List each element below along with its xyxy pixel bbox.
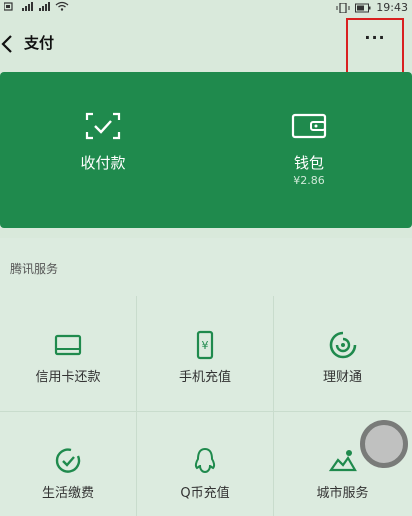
page-title: 支付	[24, 34, 55, 52]
city-services-label: 城市服务	[316, 486, 369, 501]
scan-check-icon	[85, 112, 121, 140]
credit-card-repay-label: 信用卡还款	[35, 370, 101, 385]
battery-icon	[355, 3, 371, 12]
sim-icon	[4, 2, 13, 11]
mobile-topup-label: 手机充值	[178, 370, 231, 385]
utility-bills-label: 生活缴费	[41, 486, 94, 501]
section-title: 腾讯服务	[10, 262, 59, 276]
signal-icon	[22, 2, 33, 11]
qcoin-topup-label: Q币充值	[180, 486, 230, 501]
wealth-label: 理财通	[322, 370, 362, 385]
credit-card-repay-button[interactable]: 信用卡还款	[0, 296, 137, 412]
wallet-icon	[291, 113, 327, 139]
status-time: 19:43	[376, 1, 408, 14]
wallet-card: 收付款 钱包 ¥2.86	[0, 72, 412, 228]
mobile-topup-button[interactable]: ¥ 手机充值	[137, 296, 274, 412]
back-arrow-icon[interactable]	[0, 32, 16, 56]
qcoin-topup-button[interactable]: Q币充值	[137, 412, 274, 516]
wallet-balance: ¥2.86	[293, 174, 325, 187]
wallet-button[interactable]: 钱包 ¥2.86	[206, 72, 412, 228]
wealth-button[interactable]: 理财通	[274, 296, 411, 412]
mobile-yuan-icon: ¥	[196, 330, 214, 360]
signal-icon	[39, 2, 50, 11]
status-left	[4, 1, 69, 11]
city-icon	[328, 450, 357, 472]
services-grid: 信用卡还款 ¥ 手机充值 理财通 生活缴费 Q币充值 城市服务	[0, 296, 412, 516]
more-icon: ···	[364, 27, 386, 47]
utility-check-icon	[55, 448, 81, 473]
wallet-label: 钱包	[293, 154, 324, 172]
utility-bills-button[interactable]: 生活缴费	[0, 412, 137, 516]
status-bar: 19:43	[0, 0, 412, 16]
tencent-services-panel: 腾讯服务 信用卡还款 ¥ 手机充值 理财通 生活缴费 Q币充值 城市服务	[0, 238, 412, 516]
receive-pay-label: 收付款	[80, 154, 126, 172]
svg-text:¥: ¥	[202, 339, 209, 352]
receive-pay-button[interactable]: 收付款	[0, 72, 206, 228]
credit-card-icon	[54, 334, 82, 356]
qq-penguin-icon	[194, 447, 216, 474]
top-bar: 支付 ···	[0, 16, 412, 78]
wealth-icon	[329, 331, 356, 359]
more-button[interactable]: ···	[346, 18, 404, 78]
wifi-icon	[55, 1, 69, 11]
status-right: 19:43	[336, 1, 408, 14]
floating-ball[interactable]	[360, 420, 408, 468]
vibrate-icon	[336, 2, 350, 13]
